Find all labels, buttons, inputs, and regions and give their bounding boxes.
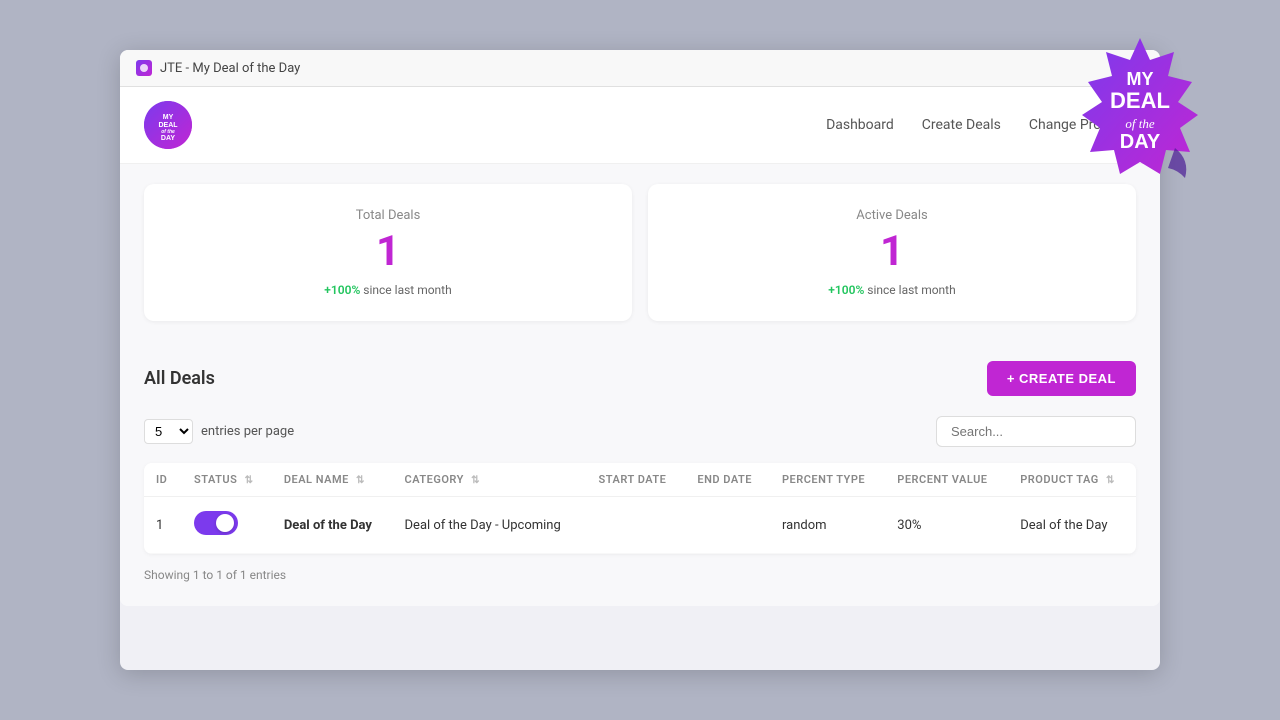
table-header: ID STATUS ⇅ DEAL NAME ⇅ CATEGORY ⇅: [144, 463, 1136, 497]
col-header-status[interactable]: STATUS ⇅: [182, 463, 272, 497]
cell-start-date: [587, 497, 686, 554]
browser-tab: JTE - My Deal of the Day: [120, 50, 1160, 87]
sort-icon-product-tag: ⇅: [1106, 475, 1115, 486]
col-header-category[interactable]: CATEGORY ⇅: [393, 463, 587, 497]
deals-section: All Deals + CREATE DEAL 5 10 25 entries …: [120, 341, 1160, 606]
entries-control: 5 10 25 entries per page: [144, 419, 294, 444]
nav-logo: MY DEAL of the DAY: [144, 101, 192, 149]
stat-since-text-active: since last month: [864, 283, 955, 297]
col-header-id: ID: [144, 463, 182, 497]
stat-since-active: +100% since last month: [680, 283, 1104, 297]
nav-link-create-deals[interactable]: Create Deals: [922, 117, 1001, 133]
col-header-product-tag[interactable]: PRODUCT TAG ⇅: [1008, 463, 1136, 497]
svg-text:MY: MY: [163, 114, 174, 121]
col-header-end-date: END DATE: [685, 463, 770, 497]
deals-title: All Deals: [144, 368, 215, 389]
table-row: 1 Deal of the Day Deal of the Day - Upco…: [144, 497, 1136, 554]
cell-percent-value: 30%: [885, 497, 1008, 554]
status-toggle[interactable]: [194, 511, 238, 535]
svg-text:MY: MY: [1127, 69, 1154, 89]
cell-percent-type: random: [770, 497, 885, 554]
svg-text:of the: of the: [1125, 116, 1154, 131]
tab-title: JTE - My Deal of the Day: [160, 61, 300, 76]
svg-text:DAY: DAY: [161, 135, 175, 142]
cell-product-tag: Deal of the Day: [1008, 497, 1136, 554]
stat-value-total: 1: [176, 231, 600, 273]
cell-end-date: [685, 497, 770, 554]
entries-label: entries per page: [201, 424, 294, 439]
cell-id: 1: [144, 497, 182, 554]
stat-since-text-total: since last month: [360, 283, 451, 297]
table-body: 1 Deal of the Day Deal of the Day - Upco…: [144, 497, 1136, 554]
table-controls: 5 10 25 entries per page: [144, 416, 1136, 447]
sort-icon-category: ⇅: [471, 475, 480, 486]
cell-deal-name: Deal of the Day: [272, 497, 393, 554]
stat-card-total-deals: Total Deals 1 +100% since last month: [144, 184, 632, 321]
badge-sticker: MY DEAL of the DAY: [1060, 30, 1220, 190]
deals-table: ID STATUS ⇅ DEAL NAME ⇅ CATEGORY ⇅: [144, 463, 1136, 554]
create-deal-button[interactable]: + CREATE DEAL: [987, 361, 1136, 396]
sort-icon-deal-name: ⇅: [356, 475, 365, 486]
svg-text:DAY: DAY: [1120, 131, 1161, 153]
search-input[interactable]: [936, 416, 1136, 447]
nav-link-dashboard[interactable]: Dashboard: [826, 117, 894, 133]
cell-status: [182, 497, 272, 554]
stat-label-total: Total Deals: [176, 208, 600, 223]
deals-header: All Deals + CREATE DEAL: [144, 361, 1136, 396]
stat-positive-active: +100%: [828, 283, 864, 297]
entries-per-page-select[interactable]: 5 10 25: [144, 419, 193, 444]
stat-positive-total: +100%: [324, 283, 360, 297]
nav-bar: MY DEAL of the DAY Dashboard Create Deal…: [120, 87, 1160, 164]
svg-text:DEAL: DEAL: [1110, 88, 1170, 113]
stats-row: Total Deals 1 +100% since last month Act…: [120, 164, 1160, 341]
stat-value-active: 1: [680, 231, 1104, 273]
stat-since-total: +100% since last month: [176, 283, 600, 297]
col-header-start-date: START DATE: [587, 463, 686, 497]
sort-icon-status: ⇅: [245, 475, 254, 486]
showing-entries-text: Showing 1 to 1 of 1 entries: [144, 568, 1136, 582]
stat-label-active: Active Deals: [680, 208, 1104, 223]
col-header-percent-value: PERCENT VALUE: [885, 463, 1008, 497]
col-header-deal-name[interactable]: DEAL NAME ⇅: [272, 463, 393, 497]
tab-favicon: [136, 60, 152, 76]
svg-text:DEAL: DEAL: [158, 122, 178, 129]
cell-category: Deal of the Day - Upcoming: [393, 497, 587, 554]
col-header-percent-type: PERCENT TYPE: [770, 463, 885, 497]
stat-card-active-deals: Active Deals 1 +100% since last month: [648, 184, 1136, 321]
